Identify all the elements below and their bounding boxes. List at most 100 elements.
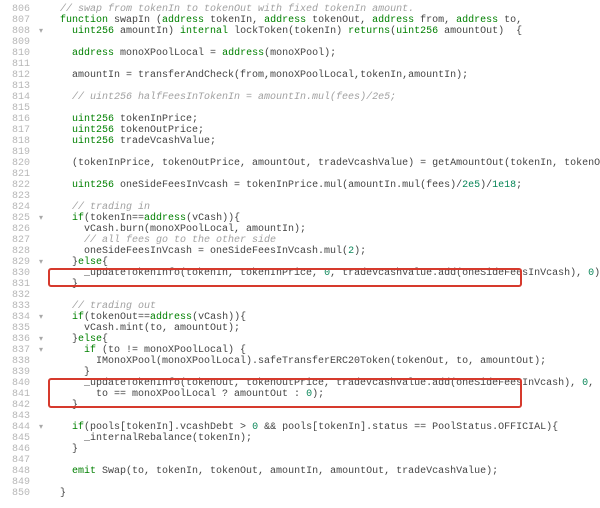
code-content: // trading in bbox=[46, 202, 600, 213]
line-number: 834 bbox=[2, 312, 36, 323]
line-number: 816 bbox=[2, 114, 36, 125]
token-plain: } bbox=[72, 279, 78, 290]
token-plain: (vCash)){ bbox=[192, 312, 246, 323]
line-number: 808 bbox=[2, 26, 36, 37]
code-line: 834▾ if(tokenOut==address(vCash)){ bbox=[2, 312, 600, 323]
token-plain: } bbox=[72, 400, 78, 411]
token-plain: _updateTokenInfo(tokenIn, tokenInPrice, bbox=[84, 268, 324, 279]
line-number: 832 bbox=[2, 290, 36, 301]
code-line: 841 to == monoXPoolLocal ? amountOut : 0… bbox=[2, 389, 600, 400]
line-number: 827 bbox=[2, 235, 36, 246]
line-number: 837 bbox=[2, 345, 36, 356]
code-content: if(pools[tokenIn].vcashDebt > 0 && pools… bbox=[46, 422, 600, 433]
token-plain: )/ bbox=[480, 180, 492, 191]
token-plain: (to != monoXPoolLocal) { bbox=[96, 345, 246, 356]
fold-gutter[interactable]: ▾ bbox=[36, 334, 46, 345]
code-line: 811 bbox=[2, 59, 600, 70]
code-line: 807 function swapIn (address tokenIn, ad… bbox=[2, 15, 600, 26]
token-kw: emit bbox=[72, 466, 96, 477]
line-number: 840 bbox=[2, 378, 36, 389]
line-number: 819 bbox=[2, 147, 36, 158]
line-number: 824 bbox=[2, 202, 36, 213]
code-line: 829▾ }else{ bbox=[2, 257, 600, 268]
line-number: 846 bbox=[2, 444, 36, 455]
code-line: 843 bbox=[2, 411, 600, 422]
code-line: 832 bbox=[2, 290, 600, 301]
token-plain: vCash.burn(monoXPoolLocal, amountIn); bbox=[84, 224, 306, 235]
fold-gutter[interactable]: ▾ bbox=[36, 312, 46, 323]
token-plain: tokenOutPrice; bbox=[114, 125, 204, 136]
code-line: 823 bbox=[2, 191, 600, 202]
code-content: oneSideFeesInVcash = oneSideFeesInVcash.… bbox=[46, 246, 600, 257]
line-number: 822 bbox=[2, 180, 36, 191]
code-line: 816 uint256 tokenInPrice; bbox=[2, 114, 600, 125]
token-plain: oneSideFeesInVcash = oneSideFeesInVcash.… bbox=[84, 246, 348, 257]
code-content: function swapIn (address tokenIn, addres… bbox=[46, 15, 600, 26]
token-kw: address bbox=[222, 48, 264, 59]
fold-gutter[interactable]: ▾ bbox=[36, 422, 46, 433]
code-line: 815 bbox=[2, 103, 600, 114]
code-line: 837▾ if (to != monoXPoolLocal) { bbox=[2, 345, 600, 356]
token-plain: , tradeVcashValue.add(oneSideFeesInVcash… bbox=[330, 268, 588, 279]
line-number: 844 bbox=[2, 422, 36, 433]
fold-gutter[interactable]: ▾ bbox=[36, 257, 46, 268]
code-line: 830 _updateTokenInfo(tokenIn, tokenInPri… bbox=[2, 268, 600, 279]
code-content: emit Swap(to, tokenIn, tokenOut, amountI… bbox=[46, 466, 600, 477]
line-number: 815 bbox=[2, 103, 36, 114]
token-plain: && pools[tokenIn].status == PoolStatus.O… bbox=[258, 422, 558, 433]
token-plain: (pools[tokenIn].vcashDebt > bbox=[84, 422, 252, 433]
line-number: 848 bbox=[2, 466, 36, 477]
code-content: vCash.burn(monoXPoolLocal, amountIn); bbox=[46, 224, 600, 235]
line-number: 826 bbox=[2, 224, 36, 235]
code-content: IMonoXPool(monoXPoolLocal).safeTransferE… bbox=[46, 356, 600, 367]
code-content: if (to != monoXPoolLocal) { bbox=[46, 345, 600, 356]
token-plain: { bbox=[102, 257, 108, 268]
code-content: } bbox=[46, 400, 600, 411]
line-number: 836 bbox=[2, 334, 36, 345]
token-plain: lockToken(tokenIn) bbox=[228, 26, 348, 37]
code-content: } bbox=[46, 367, 600, 378]
code-editor: 806 // swap from tokenIn to tokenOut wit… bbox=[0, 0, 600, 499]
token-kw: if bbox=[72, 213, 84, 224]
code-content: vCash.mint(to, amountOut); bbox=[46, 323, 600, 334]
code-line: 836▾ }else{ bbox=[2, 334, 600, 345]
line-number: 831 bbox=[2, 279, 36, 290]
code-content: // uint256 halfFeesInTokenIn = amountIn.… bbox=[46, 92, 600, 103]
code-line: 847 bbox=[2, 455, 600, 466]
token-plain: (tokenInPrice, tokenOutPrice, amountOut,… bbox=[72, 158, 600, 169]
token-plain: ); bbox=[354, 246, 366, 257]
code-line: 817 uint256 tokenOutPrice; bbox=[2, 125, 600, 136]
token-com: // swap from tokenIn to tokenOut with fi… bbox=[60, 4, 414, 15]
code-content: uint256 oneSideFeesInVcash = tokenInPric… bbox=[46, 180, 600, 191]
token-kw: address bbox=[144, 213, 186, 224]
token-kw: returns bbox=[348, 26, 390, 37]
token-plain: oneSideFeesInVcash = tokenInPrice.mul(am… bbox=[114, 180, 456, 191]
token-kw: uint256 bbox=[72, 136, 114, 147]
token-plain: ; bbox=[516, 180, 522, 191]
line-number: 807 bbox=[2, 15, 36, 26]
code-line: 825▾ if(tokenIn==address(vCash)){ bbox=[2, 213, 600, 224]
token-plain: monoXPoolLocal = bbox=[114, 48, 222, 59]
token-kw: address bbox=[372, 15, 414, 26]
code-line: 833 // trading out bbox=[2, 301, 600, 312]
token-plain: } bbox=[60, 488, 66, 499]
code-line: 840 _updateTokenInfo(tokenOut, tokenOutP… bbox=[2, 378, 600, 389]
code-content: }else{ bbox=[46, 334, 600, 345]
token-kw: address bbox=[72, 48, 114, 59]
fold-gutter[interactable]: ▾ bbox=[36, 26, 46, 37]
code-line: 846 } bbox=[2, 444, 600, 455]
code-line: 827 // all fees go to the other side bbox=[2, 235, 600, 246]
code-content: uint256 tradeVcashValue; bbox=[46, 136, 600, 147]
line-number: 817 bbox=[2, 125, 36, 136]
line-number: 820 bbox=[2, 158, 36, 169]
token-plain: (vCash)){ bbox=[186, 213, 240, 224]
token-kw: uint256 bbox=[72, 114, 114, 125]
token-kw: if bbox=[72, 312, 84, 323]
code-line: 824 // trading in bbox=[2, 202, 600, 213]
line-number: 811 bbox=[2, 59, 36, 70]
fold-gutter[interactable]: ▾ bbox=[36, 213, 46, 224]
line-number: 839 bbox=[2, 367, 36, 378]
token-plain: IMonoXPool(monoXPoolLocal).safeTransferE… bbox=[96, 356, 546, 367]
code-content: // swap from tokenIn to tokenOut with fi… bbox=[46, 4, 600, 15]
fold-gutter[interactable]: ▾ bbox=[36, 345, 46, 356]
